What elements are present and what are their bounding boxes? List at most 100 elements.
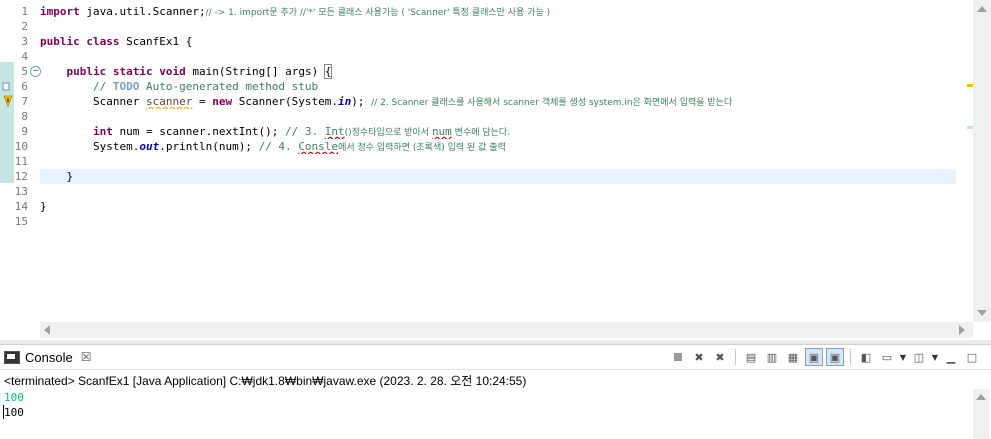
line-number: 9 [21,125,28,138]
chevron-down-icon[interactable]: ▼ [899,353,907,362]
declaration: num = scanner.nextInt(); [112,125,286,138]
code-comment: // -> 1. import문 추가 //'*' 모든 클래스 사용가능 ( … [205,8,551,18]
keyword: new [212,95,233,108]
line-number: 13 [14,185,28,198]
keyword: static [112,65,153,78]
code-comment: // 3. [285,125,325,138]
console-toolbar: ✖ ✖ ▤ ▥ ▦ ▣ ▣ ◧ ▭ ▼ ◫ ▼ ▁ □ [669,348,981,366]
keyword: void [159,65,186,78]
line-number: 14 [14,200,28,213]
line-number: 4 [21,50,28,63]
show-on-stdout-icon[interactable]: ▣ [805,348,823,366]
line-number-ruler: 1 2 3 4 5 6 7 8 9 10 11 12 13 14 15 [14,4,28,229]
open-console-icon[interactable]: ◫ [910,348,928,366]
line-number: 1 [21,5,28,18]
variable-name[interactable]: scanner [146,95,192,108]
keyword: import [40,5,80,18]
closing-brace: } [40,170,74,183]
constructor-call: Scanner(System. [232,95,339,108]
code-area[interactable]: import java.util.Scanner;// -> 1. import… [40,4,956,229]
text-cursor [3,405,4,419]
closing-brace: } [40,200,47,213]
console-input-echo[interactable]: 100 [4,390,24,405]
scroll-up-arrow-icon[interactable] [976,394,986,400]
console-vertical-scrollbar[interactable] [973,389,989,439]
code-line-13[interactable] [40,184,956,199]
tab-console[interactable]: Console ☒ [0,345,99,369]
todo-tag: TODO [112,80,140,93]
word-wrap-icon[interactable]: ▦ [784,348,802,366]
spelling-error[interactable]: Int [325,125,345,138]
keyword: int [92,125,113,138]
warning-icon[interactable] [2,82,13,108]
code-line-9[interactable]: int num = scanner.nextInt(); // 3. Int()… [40,124,956,139]
remove-launch-icon[interactable]: ✖ [690,348,708,366]
editor-horizontal-scrollbar[interactable] [40,322,973,338]
type-name: Scanner [92,95,146,108]
code-line-2[interactable] [40,19,956,34]
keyword: public [66,65,107,78]
console-header: Console ☒ ✖ ✖ ▤ ▥ ▦ ▣ ▣ ◧ ▭ ▼ ◫ ▼ ▁ □ [0,345,991,370]
code-line-12[interactable]: } [40,169,956,184]
statement-end: ); [351,95,372,108]
code-comment: 변수에 담는다. [451,128,511,138]
code-line-14[interactable]: } [40,199,956,214]
code-line-5[interactable]: public static void main(String[] args) { [40,64,956,79]
code-comment: // 4. [258,140,299,153]
scroll-up-arrow-icon[interactable] [977,6,987,12]
code-comment: Auto-generated method stub [139,80,319,93]
code-line-10[interactable]: System.out.println(num); // 4. Consle에서 … [40,139,956,154]
scroll-right-arrow-icon[interactable] [959,325,965,335]
line-number: 5 [21,65,28,78]
terminate-icon[interactable] [669,348,687,366]
code-comment: ()정수타입으로 받아서 [344,128,432,138]
remove-all-terminated-icon[interactable]: ✖ [711,348,729,366]
static-field: in [338,95,352,108]
spelling-error[interactable]: Consle [298,140,338,153]
process-status: <terminated> ScanfEx1 [Java Application]… [4,374,527,388]
change-annotation-bar [0,62,14,183]
line-number: 6 [21,80,28,93]
chevron-down-icon[interactable]: ▼ [931,353,939,362]
code-line-11[interactable] [40,154,956,169]
clear-console-icon[interactable]: ▤ [742,348,760,366]
class-ref: System. [92,140,140,153]
code-comment: // [92,80,113,93]
maximize-icon[interactable]: □ [963,348,981,366]
close-icon[interactable]: ☒ [81,350,92,364]
console-tab-label: Console [25,349,73,365]
display-selected-console-icon[interactable]: ▭ [878,348,896,366]
scroll-lock-icon[interactable]: ▥ [763,348,781,366]
show-on-stderr-icon[interactable]: ▣ [826,348,844,366]
method-call: .println(num); [159,140,259,153]
console-output[interactable]: 100 [4,405,24,420]
code-editor[interactable]: − 1 2 3 4 5 6 7 8 9 10 11 12 13 14 15 im… [0,0,991,340]
line-number: 15 [14,215,28,228]
class-name: ScanfEx1 { [119,35,193,48]
console-view: Console ☒ ✖ ✖ ▤ ▥ ▦ ▣ ▣ ◧ ▭ ▼ ◫ ▼ ▁ □ <t… [0,344,991,439]
code-line-4[interactable] [40,49,956,64]
keyword: public [40,35,80,48]
keyword: class [86,35,120,48]
pin-console-icon[interactable]: ◧ [857,348,875,366]
code-line-15[interactable] [40,214,956,229]
line-number: 3 [21,35,28,48]
code-comment: // 2. Scanner 클래스를 사용해서 scanner 객체를 생성 s… [371,98,733,108]
scroll-down-arrow-icon[interactable] [977,310,987,316]
minimize-icon[interactable]: ▁ [942,348,960,366]
code-line-8[interactable] [40,109,956,124]
line-number: 11 [14,155,28,168]
toolbar-separator [735,349,736,365]
code-line-3[interactable]: public class ScanfEx1 { [40,34,956,49]
toolbar-separator [850,349,851,365]
scroll-left-arrow-icon[interactable] [44,325,50,335]
code-line-7[interactable]: Scanner scanner = new Scanner(System.in)… [40,94,956,109]
code-line-1[interactable]: import java.util.Scanner;// -> 1. import… [40,4,956,19]
code-comment: 에서 정수 입력하면 (초록색) 입력 된 값 출력 [338,143,506,153]
line-number: 12 [14,170,28,183]
editor-vertical-scrollbar[interactable] [973,0,991,322]
code-line-6[interactable]: // TODO Auto-generated method stub [40,79,956,94]
spelling-error[interactable]: num [432,125,452,138]
line-number: 7 [21,95,28,108]
line-number: 8 [21,110,28,123]
